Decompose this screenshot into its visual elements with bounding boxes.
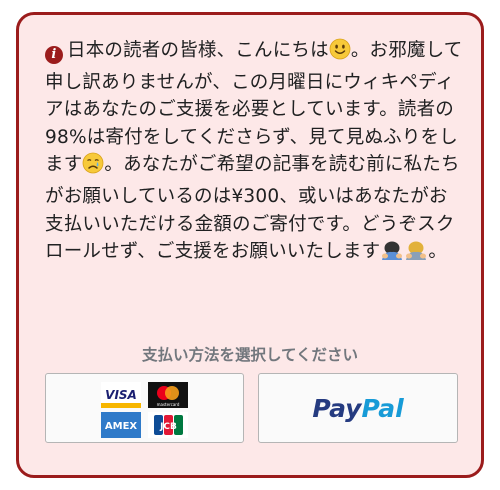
payment-method-label: 支払い方法を選択してください — [141, 346, 359, 364]
amex-text: AMEX — [105, 421, 138, 432]
jcb-logo-icon: JCB — [148, 412, 188, 438]
mastercard-logo-icon: mastercard — [148, 382, 188, 408]
visa-logo-icon: VISA — [101, 382, 141, 408]
paypal-logo-pay: Pay — [312, 394, 362, 423]
credit-card-button[interactable]: VISA mastercard AMEX JCB — [45, 373, 244, 443]
info-icon: i — [45, 46, 63, 64]
jcb-text: JCB — [159, 422, 177, 432]
smiling-face-emoji-icon — [329, 38, 351, 69]
mastercard-text: mastercard — [157, 402, 180, 407]
sad-crying-face-emoji-icon — [82, 152, 104, 183]
amex-logo-icon: AMEX — [101, 412, 141, 438]
paypal-logo-pal: Pal — [361, 394, 404, 423]
paypal-logo: PayPal — [259, 394, 457, 423]
visa-text: VISA — [105, 388, 137, 402]
donation-banner: i 日本の読者の皆様、こんにちは 。お邪魔して申し訳ありませんが、この月曜日にウィ… — [16, 12, 484, 478]
appeal-text-4: 。 — [428, 241, 448, 263]
bowing-person-emoji-icon — [380, 239, 404, 270]
appeal-text-1: 日本の読者の皆様、こんにちは — [67, 40, 329, 61]
appeal-message: i 日本の読者の皆様、こんにちは 。お邪魔して申し訳ありませんが、この月曜日にウィ… — [45, 37, 465, 270]
paypal-button[interactable]: PayPal — [258, 373, 458, 443]
bowing-person-emoji-icon — [404, 239, 428, 270]
